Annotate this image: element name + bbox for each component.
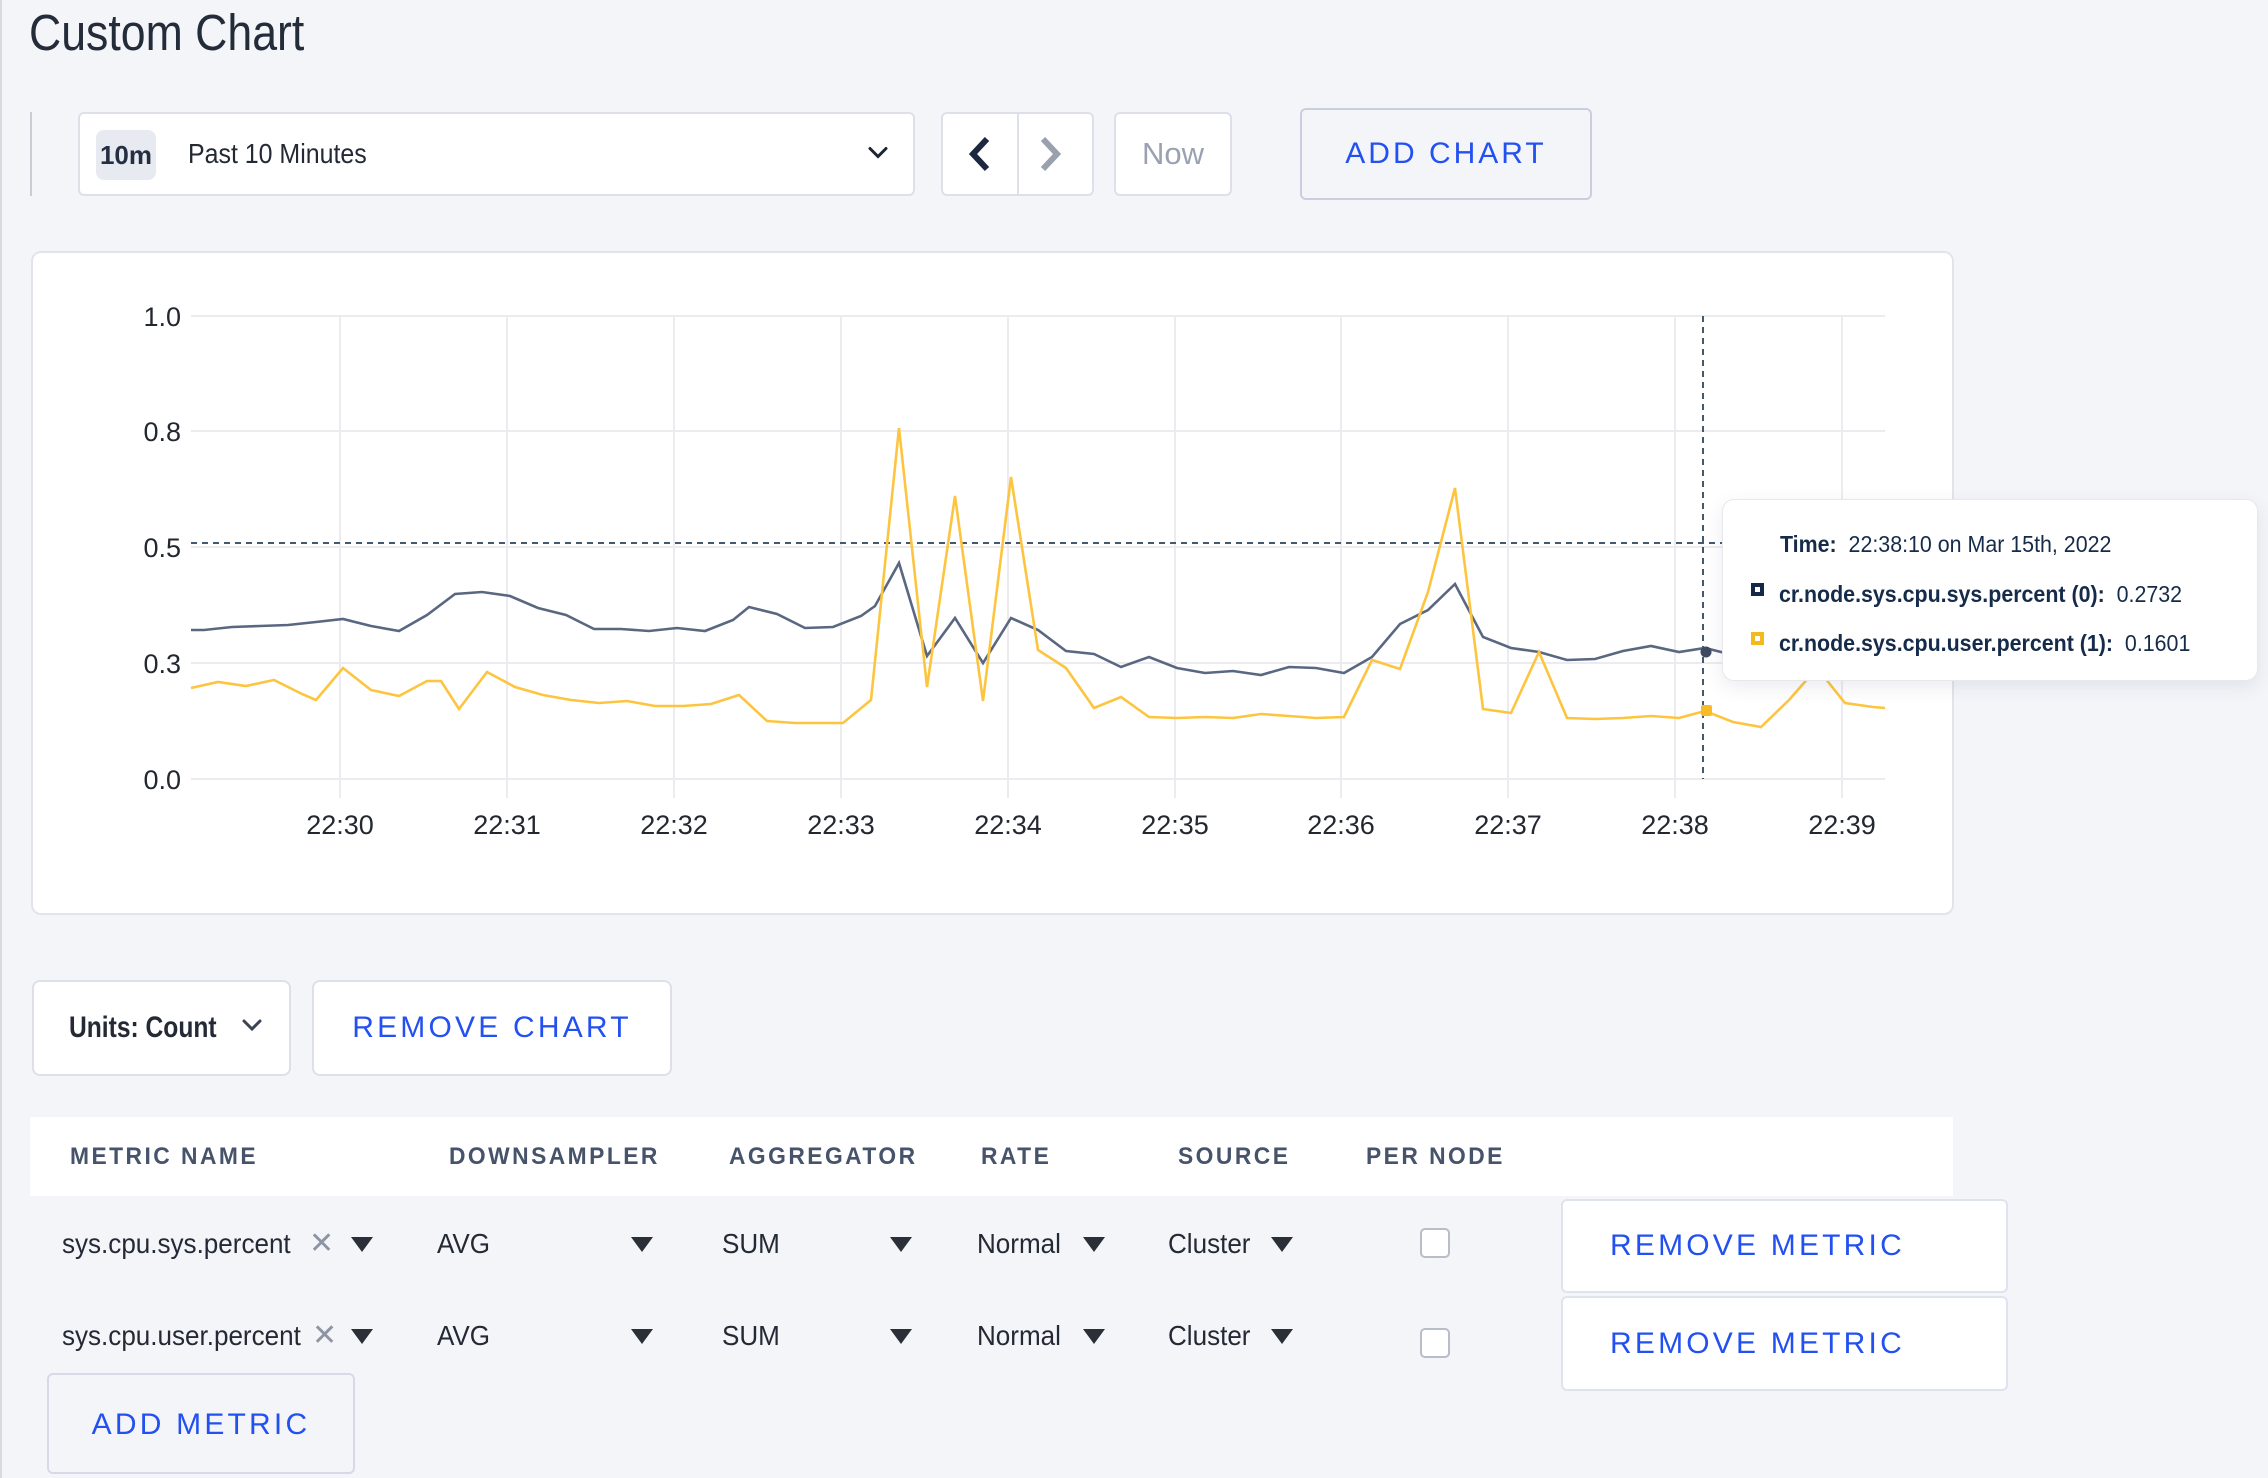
svg-text:22:31: 22:31 [473,810,541,840]
svg-text:22:37: 22:37 [1474,810,1542,840]
svg-text:0.0: 0.0 [143,765,181,795]
svg-text:22:32: 22:32 [640,810,708,840]
svg-text:0.5: 0.5 [143,533,181,563]
svg-text:22:30: 22:30 [306,810,374,840]
svg-text:22:38: 22:38 [1641,810,1709,840]
svg-text:0.8: 0.8 [143,417,181,447]
svg-text:22:35: 22:35 [1141,810,1209,840]
svg-text:1.0: 1.0 [143,302,181,332]
svg-text:22:34: 22:34 [974,810,1042,840]
svg-text:22:39: 22:39 [1808,810,1876,840]
svg-text:0.3: 0.3 [143,649,181,679]
svg-text:22:33: 22:33 [807,810,875,840]
svg-text:22:36: 22:36 [1307,810,1375,840]
